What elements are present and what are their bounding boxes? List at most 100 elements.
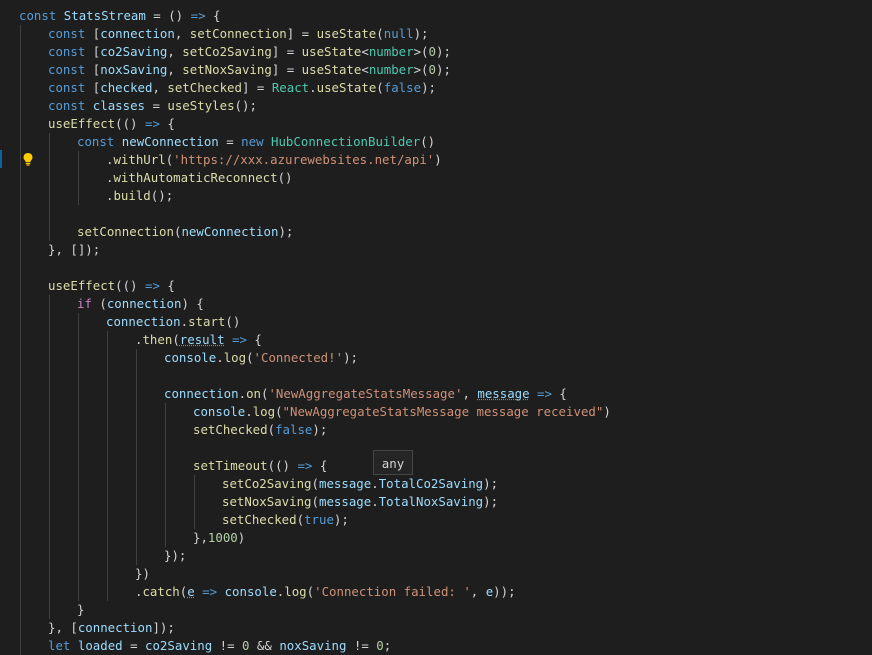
code-token: const [48,98,86,113]
code-token: 0 [428,62,436,77]
code-token: }, []); [48,242,101,257]
indent-guide [20,241,21,259]
indent-guide [78,547,79,565]
indent-guide [20,421,21,439]
code-token: useEffect [48,278,116,293]
code-token: => [202,584,218,599]
indent-guide [20,25,21,43]
indent-guide [20,637,21,655]
indent-guide [107,349,108,367]
code-token: const [48,44,86,59]
indent-guide [49,223,50,241]
indent-guide [20,169,21,187]
code-token: newConnection [121,134,219,149]
code-token: { [551,386,567,401]
indent-guide [107,583,108,601]
code-token: ) [237,530,246,545]
indent-guide [107,493,108,511]
code-token: const [48,80,86,95]
code-token: ); [312,422,328,437]
code-token: setNoxSaving [222,494,312,509]
indent-guide [49,313,50,331]
indent-guide [49,385,50,403]
indent-guide [20,583,21,601]
indent-guide [49,457,50,475]
code-token: setTimeout [193,458,268,473]
code-token: ( [267,422,276,437]
code-token: . [309,80,317,95]
code-token: useState [316,26,377,41]
code-token: ( [311,494,319,509]
code-token: ]); [152,620,175,635]
code-token: . [216,350,224,365]
indent-guide [194,475,195,493]
indent-guide [49,493,50,511]
code-token: ); [343,350,358,365]
lightbulb-icon[interactable] [22,152,34,166]
code-token: => [537,386,552,401]
indent-guide [78,583,79,601]
indent-guide [136,547,137,565]
code-line-text: const [noxSaving, setNoxSaving] = useSta… [48,61,451,79]
indent-guide [20,97,21,115]
code-token: useState [301,62,362,77]
indent-guide [165,475,166,493]
code-token: on [246,386,261,401]
code-token: "NewAggregateStatsMessage message receiv… [282,404,604,419]
indent-guide [20,331,21,349]
code-token: ); [333,512,349,527]
code-token: const [48,26,86,41]
code-token: . [238,386,247,401]
code-line-text: console.log("NewAggregateStatsMessage me… [193,403,611,421]
code-token: ); [483,494,499,509]
indent-guide [49,511,50,529]
indent-guide [78,331,79,349]
code-token: ] = [271,44,302,59]
code-line-text: .catch(e => console.log('Connection fail… [135,583,516,601]
code-token: . [245,404,253,419]
code-token: setConnection [77,224,174,239]
indent-guide [20,295,21,313]
code-editor[interactable]: const StatsStream = () => {const [connec… [0,0,872,655]
code-token: , [174,26,190,41]
code-token: 'Connected!' [253,350,344,365]
code-token: ( [306,584,315,599]
code-token: }); [164,548,187,563]
code-token: { [246,332,262,347]
code-token: connection [77,620,153,635]
code-token: = [218,134,242,149]
code-token: ] = [241,80,272,95]
code-line-text: setNoxSaving(message.TotalNoxSaving); [222,493,498,511]
code-token: [ [85,62,101,77]
code-token: useEffect [48,116,116,131]
code-token: withUrl [113,152,166,167]
code-token: } [77,602,85,617]
indent-guide [49,295,50,313]
code-token: if [77,296,92,311]
indent-guide [20,223,21,241]
code-line-text: }, []); [48,241,100,259]
indent-guide [20,547,21,565]
indent-guide [107,547,108,565]
code-token: ); [435,62,451,77]
indent-guide [194,511,195,529]
code-line-text: console.log('Connected!'); [164,349,358,367]
indent-guide [20,133,21,151]
indent-guide [49,565,50,583]
indent-guide [78,475,79,493]
code-token: log [223,350,247,365]
indent-guide [107,403,108,421]
indent-guide [78,313,79,331]
code-token: TotalNoxSaving [378,494,484,509]
indent-guide [107,565,108,583]
code-token: const [77,134,115,149]
indent-guide [20,619,21,637]
gutter-change-marker [0,150,2,168]
indent-guide [49,205,50,223]
code-token: => [144,116,160,131]
indent-guide [78,385,79,403]
code-token: . [371,494,379,509]
code-token: 0 [428,44,436,59]
